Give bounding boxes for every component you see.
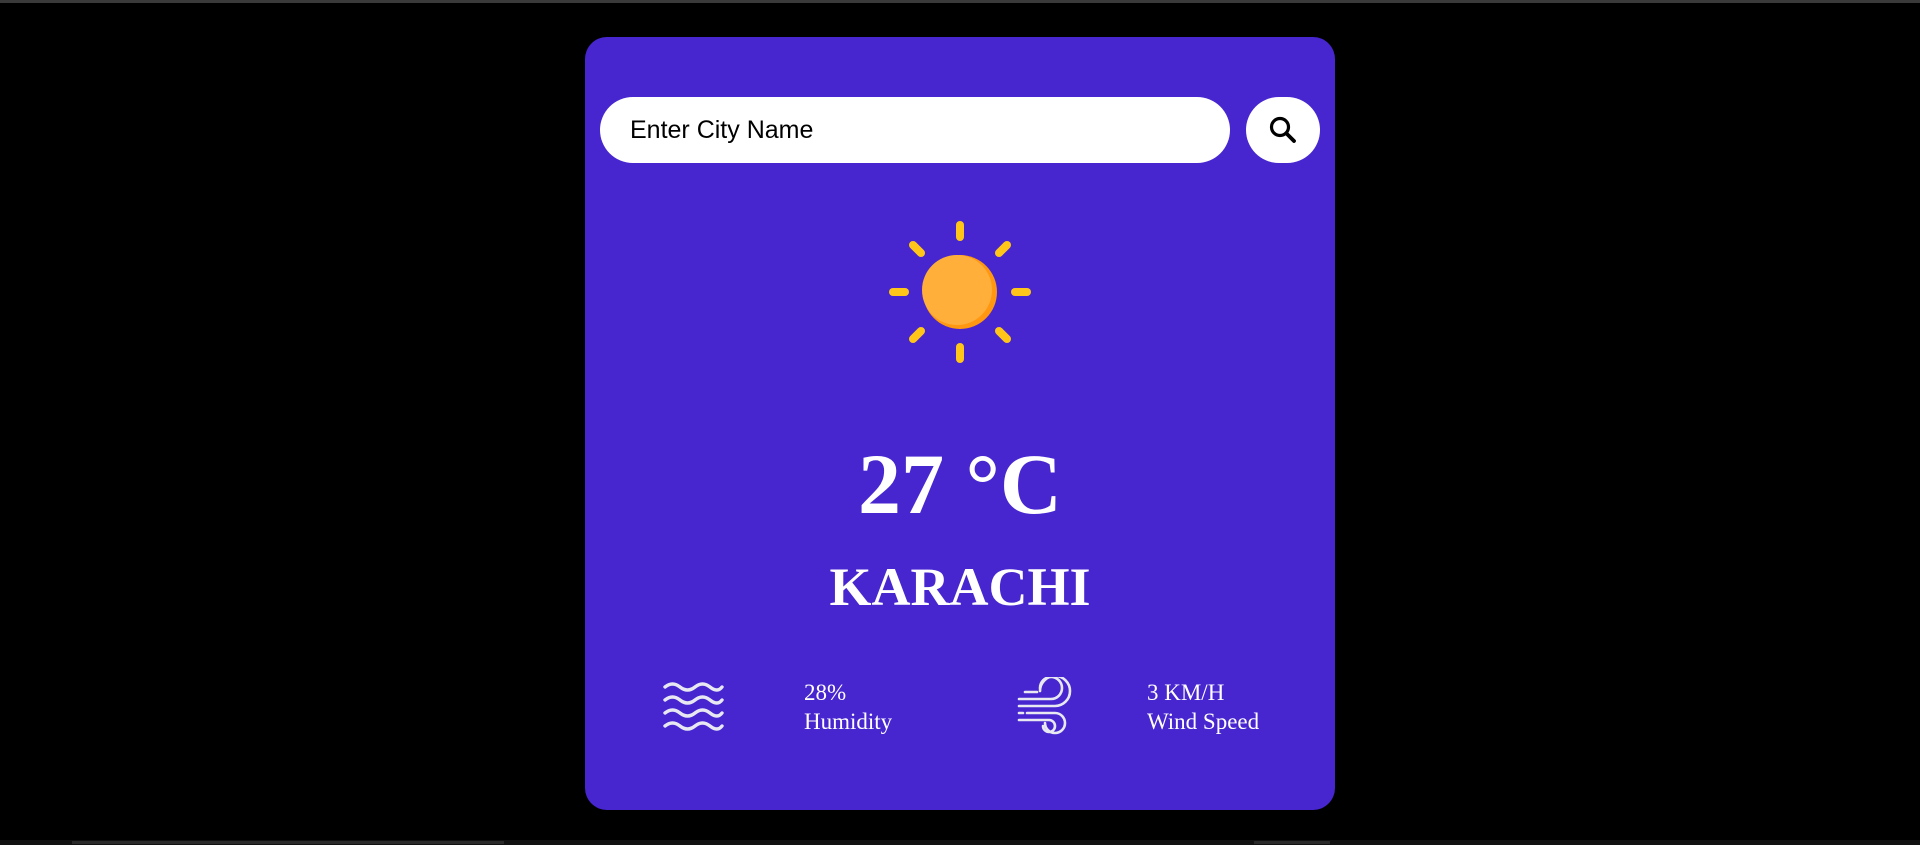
browser-bottom-edge [0, 840, 1920, 845]
wind-info: 3 KM/H Wind Speed [1147, 678, 1259, 736]
browser-top-edge [0, 0, 1920, 3]
wind-label: Wind Speed [1147, 709, 1260, 734]
humidity-value: 28% [804, 680, 847, 705]
humidity-info: 28% Humidity [804, 678, 892, 736]
weather-card: 27 °C KARACHI 28% Humidity 3 KM/H Wind S… [585, 37, 1335, 810]
temperature-display: 27 °C [585, 441, 1335, 527]
search-icon [1269, 116, 1296, 143]
humidity-label: Humidity [804, 709, 893, 734]
scrollbar-segment [72, 841, 504, 844]
sun-icon [889, 221, 1031, 363]
wind-icon [1017, 677, 1072, 735]
temperature-value: 27 [858, 436, 944, 532]
wind-value: 3 KM/H [1147, 680, 1225, 705]
waves-icon [663, 682, 724, 731]
temperature-unit: °C [965, 436, 1063, 532]
city-name: KARACHI [829, 557, 1091, 617]
city-search-input[interactable] [600, 97, 1230, 163]
scrollbar-segment [1254, 841, 1330, 844]
search-button[interactable] [1246, 97, 1320, 163]
